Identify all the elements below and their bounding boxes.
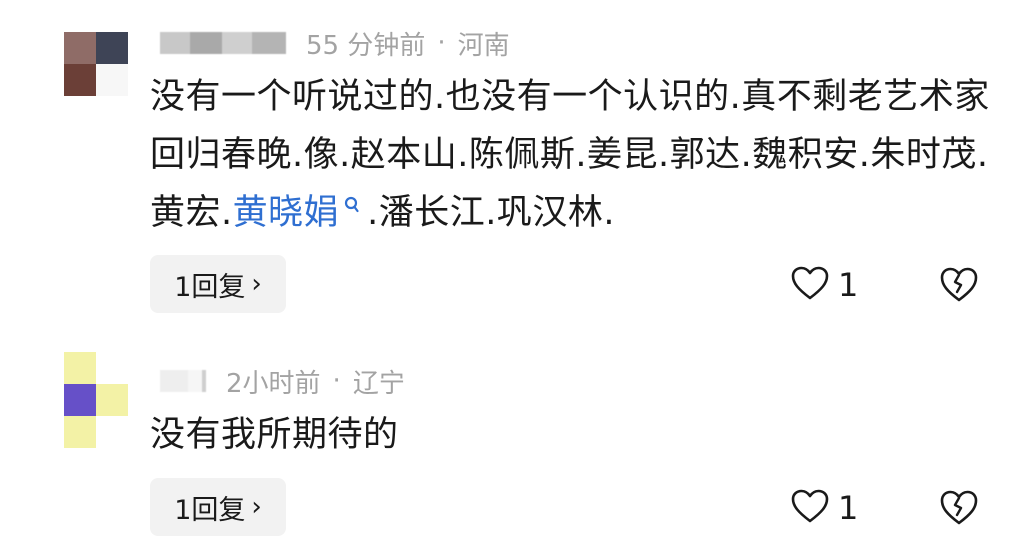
- like-button[interactable]: 1: [790, 265, 858, 305]
- search-icon[interactable]: [343, 184, 361, 214]
- comment-text-part: .潘长江.巩汉林.: [367, 193, 616, 233]
- meta-separator: ·: [332, 366, 341, 396]
- like-count: 1: [838, 266, 859, 304]
- username-obscured[interactable]: [160, 32, 286, 54]
- comment-region: 辽宁: [352, 368, 405, 399]
- chevron-right-icon: ›: [251, 492, 262, 522]
- username-obscured[interactable]: [160, 370, 206, 392]
- comment-meta: 2小时前 · 辽宁: [160, 366, 405, 399]
- comment-time: 2小时前: [226, 368, 321, 399]
- reply-label: 1回复: [174, 271, 246, 303]
- avatar[interactable]: [64, 352, 128, 448]
- reply-button[interactable]: 1回复 ›: [150, 255, 286, 313]
- search-link[interactable]: 黄晓娟: [233, 193, 340, 233]
- like-button[interactable]: 1: [790, 488, 858, 528]
- comment-text: 没有一个听说过的.也没有一个认识的.真不剩老艺术家回归春晚.像.赵本山.陈佩斯.…: [150, 68, 1000, 242]
- chevron-right-icon: ›: [251, 269, 262, 299]
- comment-text: 没有我所期待的: [150, 415, 399, 455]
- heart-outline-icon: [790, 265, 830, 305]
- broken-heart-icon[interactable]: [938, 488, 980, 528]
- comment-time: 55 分钟前: [306, 30, 426, 61]
- comment-meta: 55 分钟前 · 河南: [160, 28, 510, 61]
- heart-outline-icon: [790, 488, 830, 528]
- comment-region: 河南: [457, 30, 510, 61]
- reply-button[interactable]: 1回复 ›: [150, 478, 286, 536]
- avatar[interactable]: [64, 32, 128, 96]
- reply-label: 1回复: [174, 494, 246, 526]
- broken-heart-icon[interactable]: [938, 265, 980, 305]
- meta-separator: ·: [437, 28, 446, 58]
- like-count: 1: [838, 489, 859, 527]
